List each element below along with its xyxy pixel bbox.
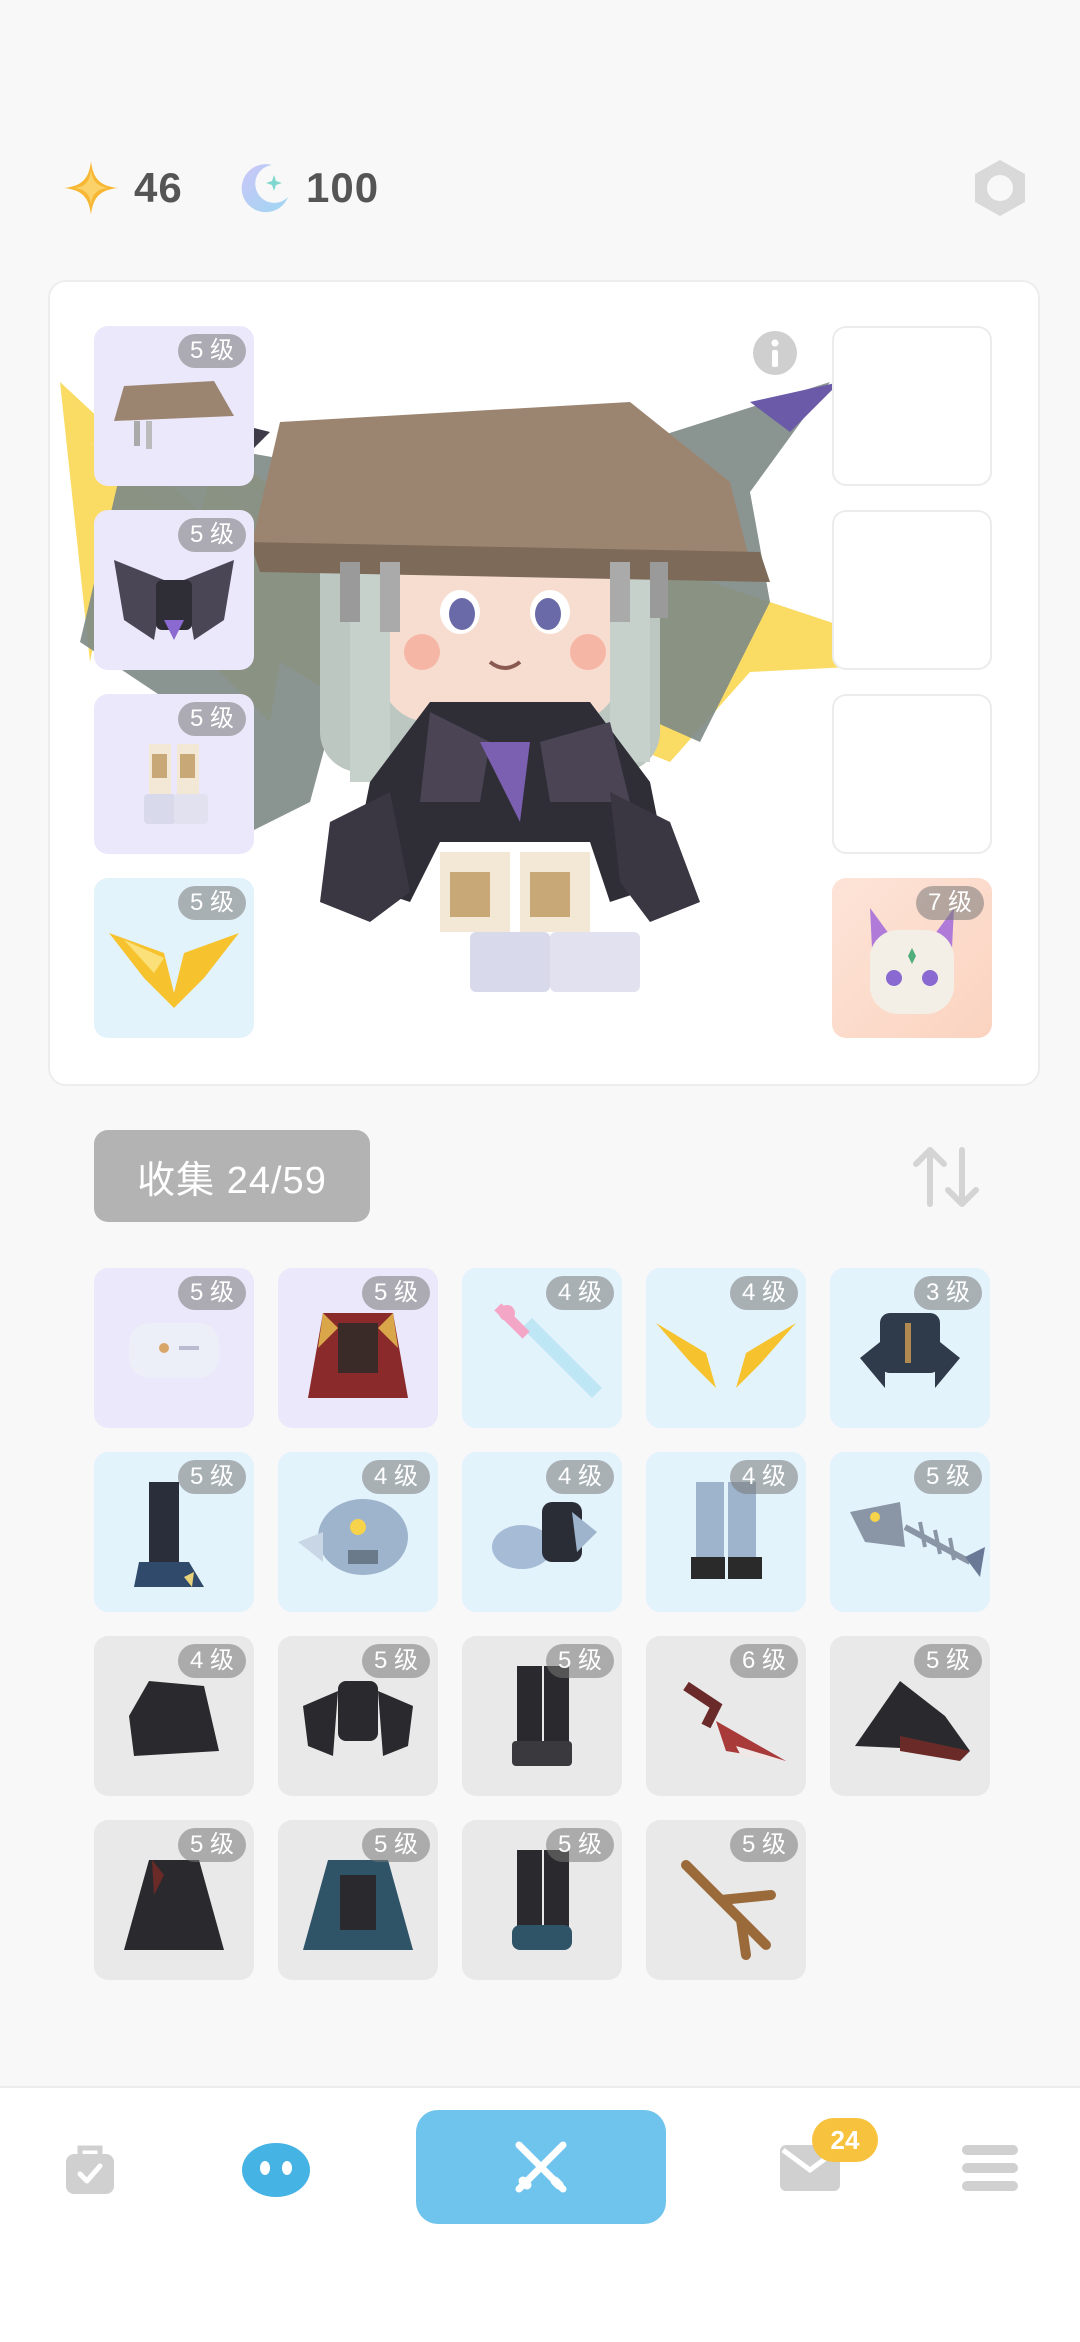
inventory-item-fish-helmet[interactable]: 4 级 (278, 1452, 438, 1612)
inventory-item-black-armor[interactable]: 5 级 (278, 1636, 438, 1796)
crossed-swords-icon (515, 2141, 567, 2193)
level-badge: 5 级 (913, 1460, 982, 1494)
star-count: 46 (134, 164, 183, 211)
inventory-item-teal-cape[interactable]: 5 级 (278, 1820, 438, 1980)
inventory-item-dark-armor[interactable]: 3 级 (830, 1268, 990, 1428)
level-badge: 5 级 (361, 1276, 430, 1310)
moon-count: 100 (306, 164, 380, 211)
avatar-card: 5 级 5 级 5 级 5 级 7 级 (48, 280, 1040, 1086)
level-badge: 4 级 (729, 1460, 798, 1494)
level-badge: 4 级 (361, 1460, 430, 1494)
level-badge: 5 级 (545, 1828, 614, 1862)
level-badge: 4 级 (177, 1644, 246, 1678)
inventory-item-red-cape[interactable]: 5 级 (278, 1268, 438, 1428)
menu-icon (962, 2145, 1018, 2191)
equipped-slot-empty-3[interactable] (832, 694, 992, 854)
equipped-slot-pants[interactable]: 5 级 (94, 694, 254, 854)
nav-character[interactable] (226, 2088, 326, 2248)
inventory-item-pink-sword[interactable]: 4 级 (462, 1268, 622, 1428)
inventory-item-dark-robe[interactable]: 5 级 (94, 1820, 254, 1980)
level-badge: 6 级 (729, 1644, 798, 1678)
level-badge: 5 级 (177, 886, 246, 920)
inventory-item-black-hood[interactable]: 4 级 (94, 1636, 254, 1796)
inventory-item-dragon-blade[interactable]: 6 级 (646, 1636, 806, 1796)
nav-menu[interactable] (940, 2088, 1040, 2248)
inventory-item-witch-hat[interactable]: 5 级 (830, 1636, 990, 1796)
level-badge: 5 级 (177, 1828, 246, 1862)
currency-bar: 46 100 (0, 140, 1080, 236)
equipped-slot-empty-2[interactable] (832, 510, 992, 670)
inventory-item-dark-shoes[interactable]: 5 级 (462, 1820, 622, 1980)
sort-icon[interactable] (906, 1142, 986, 1212)
nav-mail[interactable] (760, 2088, 860, 2248)
inventory-item-wooden-branch[interactable]: 5 级 (646, 1820, 806, 1980)
inventory-item-white-jacket[interactable]: 5 级 (94, 1268, 254, 1428)
star-icon (64, 161, 118, 215)
equipped-slot-back[interactable]: 5 级 (94, 878, 254, 1038)
level-badge: 5 级 (361, 1828, 430, 1862)
level-badge: 5 级 (177, 1276, 246, 1310)
inventory-item-fish-bone[interactable]: 5 级 (830, 1452, 990, 1612)
level-badge: 5 级 (177, 702, 246, 736)
inventory-item-claw-boots[interactable]: 5 级 (94, 1452, 254, 1612)
info-icon[interactable] (750, 328, 800, 378)
character-face-icon (242, 2143, 310, 2197)
equipped-slot-pet[interactable]: 7 级 (832, 878, 992, 1038)
settings-hex-icon[interactable] (970, 158, 1030, 218)
level-badge: 3 级 (913, 1276, 982, 1310)
level-badge: 5 级 (361, 1644, 430, 1678)
inventory-item-black-boots[interactable]: 5 级 (462, 1636, 622, 1796)
level-badge: 7 级 (915, 886, 984, 920)
moon-icon (241, 164, 288, 213)
moon-currency: 100 (238, 140, 379, 236)
bottom-nav: 24 (0, 2086, 1080, 2342)
level-badge: 5 级 (177, 334, 246, 368)
inventory-item-blue-sleeves[interactable]: 4 级 (462, 1452, 622, 1612)
collection-button[interactable]: 收集 24/59 (94, 1130, 370, 1222)
level-badge: 5 级 (177, 1460, 246, 1494)
equipped-slot-wings[interactable]: 5 级 (94, 510, 254, 670)
equipped-slot-empty-1[interactable] (832, 326, 992, 486)
equipped-slot-hat[interactable]: 5 级 (94, 326, 254, 486)
level-badge: 4 级 (545, 1460, 614, 1494)
level-badge: 5 级 (545, 1644, 614, 1678)
inventory-item-grey-pants[interactable]: 4 级 (646, 1452, 806, 1612)
level-badge: 5 级 (913, 1644, 982, 1678)
bag-check-icon (66, 2145, 114, 2194)
mail-badge: 24 (812, 2118, 878, 2162)
battle-button[interactable] (416, 2110, 666, 2224)
level-badge: 4 级 (729, 1276, 798, 1310)
nav-bag[interactable] (40, 2088, 140, 2248)
level-badge: 5 级 (177, 518, 246, 552)
level-badge: 5 级 (729, 1828, 798, 1862)
level-badge: 4 级 (545, 1276, 614, 1310)
inventory-item-lightning-wings[interactable]: 4 级 (646, 1268, 806, 1428)
star-currency: 46 (62, 140, 183, 236)
